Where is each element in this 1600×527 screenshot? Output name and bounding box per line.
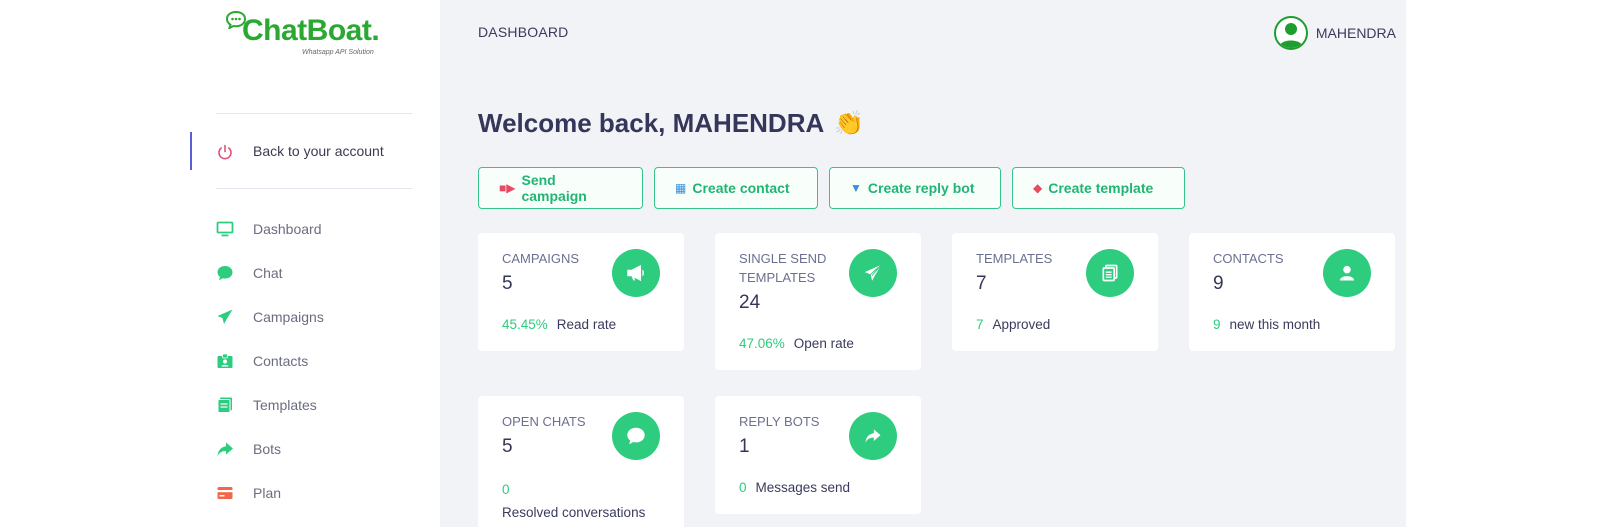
welcome-text: Welcome back, MAHENDRA [478, 108, 825, 138]
chat-bubble-icon [612, 412, 660, 460]
megaphone-icon [612, 249, 660, 297]
create-contact-label: Create contact [692, 180, 790, 196]
send-campaign-button[interactable]: ■▶ Send campaign [478, 167, 643, 209]
sidebar-item-label: Bots [253, 441, 282, 457]
pushpin-icon: ◆ [1033, 181, 1043, 195]
card-value: 5 [502, 273, 513, 294]
user-icon [1323, 249, 1371, 297]
card-title: SINGLE SEND TEMPLATES [739, 251, 827, 285]
sidebar: ChatBoat. Whatsapp API Solution Back to … [190, 0, 440, 527]
sidebar-nav: Dashboard Chat Campaigns Contacts Templa… [190, 208, 440, 516]
card-title: TEMPLATES [976, 251, 1053, 266]
sidebar-item-contacts[interactable]: Contacts [190, 340, 440, 384]
clapping-hands-icon: 👏 [834, 110, 865, 137]
card-footer: 7 Approved [976, 317, 1050, 332]
sidebar-divider [216, 188, 412, 189]
sidebar-item-label: Contacts [253, 353, 309, 369]
card-stat: 45.45% [502, 317, 548, 332]
send-icon [217, 309, 233, 324]
create-reply-bot-button[interactable]: ▼ Create reply bot [829, 167, 1001, 209]
create-reply-bot-label: Create reply bot [867, 180, 975, 196]
id-card-icon: ▦ [675, 181, 687, 195]
power-icon [218, 144, 232, 160]
quick-actions: ■▶ Send campaign ▦ Create contact ▼ Crea… [478, 167, 1185, 209]
card-footer: 45.45% Read rate [502, 317, 616, 332]
send-campaign-label: Send campaign [521, 172, 587, 204]
card-footer: 0 Messages send [739, 480, 850, 495]
card-stat: 47.06% [739, 336, 785, 351]
sidebar-item-dashboard[interactable]: Dashboard [190, 208, 440, 252]
card-stat: 0 [502, 482, 510, 497]
create-template-label: Create template [1048, 180, 1154, 196]
avatar [1273, 16, 1308, 50]
user-name: MAHENDRA [1315, 25, 1396, 41]
megaphone-icon: ■▶ [499, 181, 516, 195]
sidebar-item-label: Campaigns [253, 309, 324, 325]
documents-icon [1086, 249, 1134, 297]
card-stat: 0 [739, 480, 747, 495]
card-stat-label: Messages send [755, 480, 851, 495]
back-to-account-label: Back to your account [253, 143, 384, 159]
card-stat-label: Read rate [556, 317, 617, 332]
paper-plane-icon [849, 249, 897, 297]
sidebar-divider [216, 113, 412, 114]
card-stat-label: Open rate [793, 336, 854, 351]
card-footer: 47.06% Open rate [739, 336, 854, 351]
main-content: DASHBOARD MAHENDRA Welcome back, MAHENDR… [440, 0, 1406, 527]
reply-bots-card[interactable]: REPLY BOTS 1 0 Messages send [715, 396, 921, 514]
contact-card-icon [217, 353, 233, 368]
share-arrow-icon [849, 412, 897, 460]
campaigns-card[interactable]: CAMPAIGNS 5 45.45% Read rate [478, 233, 684, 351]
card-stat: 9 [1213, 317, 1221, 332]
card-value: 9 [1213, 273, 1224, 294]
sidebar-item-label: Chat [253, 265, 283, 281]
card-value: 7 [976, 273, 987, 294]
share-arrow-icon [217, 442, 233, 456]
welcome-heading: Welcome back, MAHENDRA 👏 [478, 108, 864, 139]
user-avatar-icon [1278, 23, 1303, 48]
card-stat-label: Approved [992, 317, 1051, 332]
single-send-templates-card[interactable]: SINGLE SEND TEMPLATES 24 47.06% Open rate [715, 233, 921, 370]
create-template-button[interactable]: ◆ Create template [1012, 167, 1185, 209]
sidebar-item-label: Dashboard [253, 221, 322, 237]
card-title: REPLY BOTS [739, 414, 820, 429]
chatboat-logo[interactable]: ChatBoat. Whatsapp API Solution [226, 8, 426, 56]
templates-card[interactable]: TEMPLATES 7 7 Approved [952, 233, 1158, 351]
brand-tagline: Whatsapp API Solution [302, 49, 374, 56]
card-footer: 9 new this month [1213, 317, 1320, 332]
templates-icon [217, 397, 232, 413]
contacts-card[interactable]: CONTACTS 9 9 new this month [1189, 233, 1395, 351]
sidebar-item-label: Plan [253, 485, 282, 501]
card-title: OPEN CHATS [502, 414, 586, 429]
sidebar-item-campaigns[interactable]: Campaigns [190, 296, 440, 340]
inbox-icon: ▼ [850, 181, 862, 195]
card-value: 24 [739, 292, 761, 313]
user-menu[interactable]: MAHENDRA [1273, 16, 1396, 50]
card-footer: 0 Resolved conversations [502, 478, 645, 524]
page-title: DASHBOARD [478, 24, 569, 40]
sidebar-item-templates[interactable]: Templates [190, 384, 440, 428]
sidebar-item-bots[interactable]: Bots [190, 428, 440, 472]
chat-bubble-icon [217, 266, 233, 281]
card-title: CONTACTS [1213, 251, 1284, 266]
active-indicator [190, 132, 192, 170]
create-contact-button[interactable]: ▦ Create contact [654, 167, 818, 209]
open-chats-card[interactable]: OPEN CHATS 5 0 Resolved conversations [478, 396, 684, 527]
monitor-icon [216, 221, 234, 237]
card-value: 1 [739, 436, 750, 457]
sidebar-item-plan[interactable]: Plan [190, 472, 440, 516]
sidebar-item-label: Templates [253, 397, 317, 413]
card-stat-label: new this month [1229, 317, 1321, 332]
credit-card-icon [217, 487, 233, 499]
sidebar-item-chat[interactable]: Chat [190, 252, 440, 296]
card-value: 5 [502, 436, 513, 457]
back-to-account-link[interactable]: Back to your account [190, 132, 410, 170]
card-stat-label: Resolved conversations [502, 505, 646, 520]
brand-name: ChatBoat. [242, 14, 380, 47]
card-stat: 7 [976, 317, 984, 332]
card-title: CAMPAIGNS [502, 251, 580, 266]
